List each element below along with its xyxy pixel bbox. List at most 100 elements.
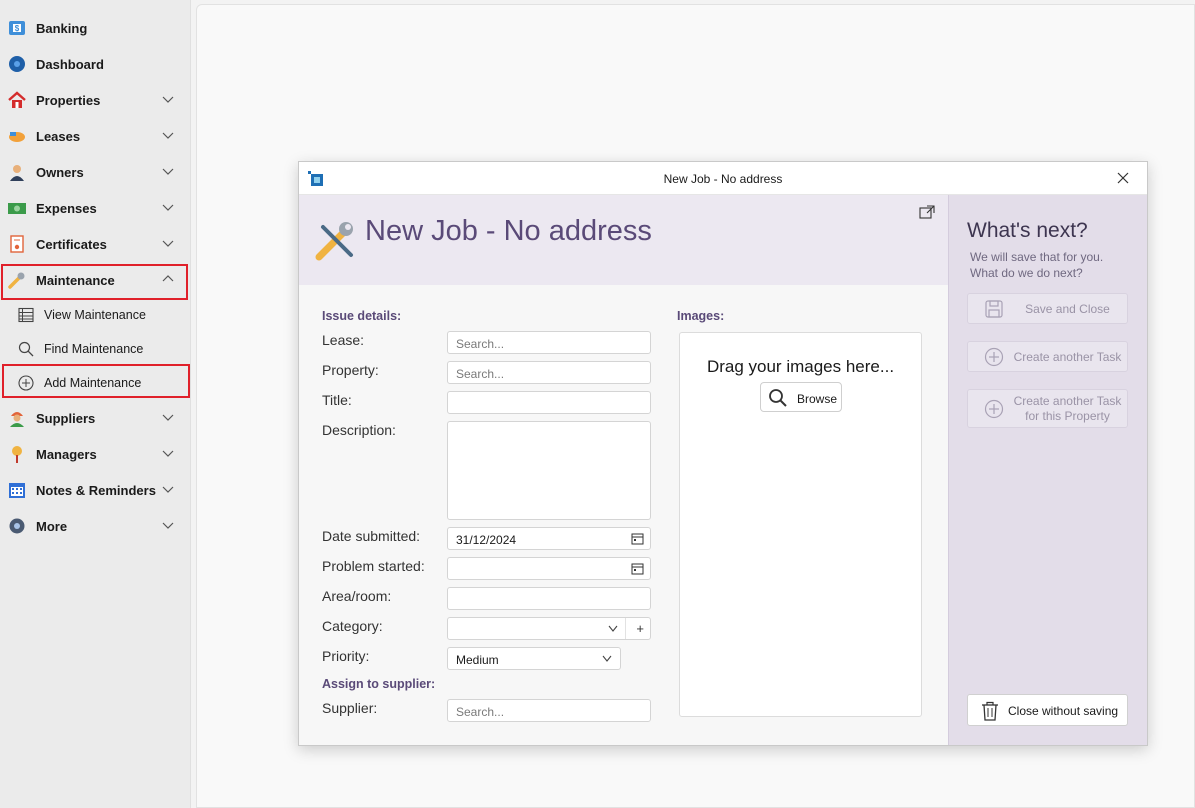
category-label: Category:: [322, 618, 383, 634]
sub-find-maintenance[interactable]: Find Maintenance: [0, 333, 190, 365]
lease-label: Lease:: [322, 332, 365, 348]
issue-details-label: Issue details:: [322, 309, 402, 323]
category-select[interactable]: +: [447, 617, 651, 640]
close-without-saving-button[interactable]: Close without saving: [967, 694, 1128, 726]
create-task-button[interactable]: Create another Task: [967, 341, 1128, 372]
nav-leases-label: Leases: [36, 128, 81, 144]
create-task-label: Create another Task: [1013, 350, 1122, 364]
popout-icon[interactable]: [919, 205, 935, 219]
create-task-property-button[interactable]: Create another Task for this Property: [967, 389, 1128, 428]
close-icon[interactable]: [1116, 171, 1130, 185]
nav-dashboard[interactable]: Dashboard: [0, 48, 188, 80]
sub-find-maintenance-label: Find Maintenance: [44, 342, 144, 356]
house-icon: [7, 90, 27, 110]
image-drop-zone[interactable]: Drag your images here... Browse: [679, 332, 922, 717]
calendar-icon: [7, 480, 27, 500]
nav-more[interactable]: More: [0, 510, 188, 542]
calendar-icon[interactable]: [631, 562, 644, 575]
create-task-property-line1: Create another Task: [1013, 394, 1122, 408]
add-circle-icon: [984, 347, 1004, 367]
person-icon: [7, 162, 27, 182]
nav-properties[interactable]: Properties: [0, 84, 188, 116]
new-job-dialog: New Job - No address New Job - No addres…: [298, 161, 1148, 746]
drag-images-text: Drag your images here...: [706, 357, 895, 376]
dashboard-icon: [7, 54, 27, 74]
nav-banking-label: Banking: [36, 20, 88, 36]
chevron-down-icon: [162, 450, 174, 457]
nav-managers[interactable]: Managers: [0, 438, 188, 470]
lease-search-input[interactable]: Search...: [447, 331, 651, 354]
nav-banking[interactable]: $ Banking: [0, 12, 188, 44]
chevron-down-icon: [162, 486, 174, 493]
nav-more-label: More: [36, 518, 68, 534]
page-title: New Job - No address: [365, 215, 652, 247]
close-without-saving-label: Close without saving: [1008, 704, 1119, 718]
priority-select[interactable]: Medium: [447, 647, 621, 670]
nav-suppliers[interactable]: Suppliers: [0, 402, 188, 434]
nav-properties-label: Properties: [36, 92, 101, 108]
whats-next-subtitle-line1: We will save that for you.: [970, 250, 1104, 264]
chevron-down-icon: [602, 655, 612, 662]
nav-leases[interactable]: Leases: [0, 120, 188, 152]
date-submitted-label: Date submitted:: [322, 528, 421, 544]
chevron-down-icon: [162, 204, 174, 211]
title-label: Title:: [322, 392, 352, 408]
bank-icon: $: [7, 18, 27, 38]
area-room-label: Area/room:: [322, 588, 392, 604]
whats-next-title: What's next?: [967, 219, 1088, 242]
whats-next-panel: What's next? We will save that for you. …: [948, 195, 1147, 745]
highlight-add-maintenance: [2, 364, 190, 398]
add-circle-icon: [984, 399, 1004, 419]
tools-icon: [315, 222, 353, 261]
search-icon: [769, 389, 787, 407]
save-icon: [985, 300, 1003, 318]
calendar-icon[interactable]: [631, 532, 644, 545]
supplier-label: Supplier:: [322, 700, 378, 716]
nav-owners-label: Owners: [36, 164, 84, 180]
sub-view-maintenance[interactable]: View Maintenance: [0, 299, 190, 331]
gear-icon: [7, 516, 27, 536]
description-label: Description:: [322, 422, 396, 438]
nav-notes-reminders-label: Notes & Reminders: [36, 482, 156, 498]
property-label: Property:: [322, 362, 379, 378]
problem-started-input[interactable]: [447, 557, 651, 580]
browse-label: Browse: [797, 392, 838, 406]
save-close-label: Save and Close: [1025, 302, 1110, 316]
add-category-button[interactable]: +: [636, 621, 644, 636]
nav-notes-reminders[interactable]: Notes & Reminders: [0, 474, 188, 506]
chevron-down-icon: [162, 132, 174, 139]
certificate-icon: [7, 234, 27, 254]
whats-next-subtitle: We will save that for you. What do we do…: [970, 249, 1103, 281]
nav-certificates[interactable]: Certificates: [0, 228, 188, 260]
pin-icon: [7, 444, 27, 464]
nav-certificates-label: Certificates: [36, 236, 107, 252]
property-search-input[interactable]: Search...: [447, 361, 651, 384]
date-submitted-input[interactable]: 31/12/2024: [447, 527, 651, 550]
supplier-search-input[interactable]: Search...: [447, 699, 651, 722]
priority-value: Medium: [456, 653, 499, 667]
trash-icon: [982, 701, 998, 721]
dialog-titlebar[interactable]: New Job - No address: [299, 162, 1147, 195]
money-icon: [7, 198, 27, 218]
worker-icon: [7, 408, 27, 428]
problem-started-label: Problem started:: [322, 558, 425, 574]
highlight-maintenance: [1, 264, 188, 300]
nav-managers-label: Managers: [36, 446, 97, 462]
dialog-header: New Job - No address: [299, 195, 948, 285]
nav-owners[interactable]: Owners: [0, 156, 188, 188]
nav-expenses[interactable]: Expenses: [0, 192, 188, 224]
title-input[interactable]: [447, 391, 651, 414]
area-room-input[interactable]: [447, 587, 651, 610]
sidebar: $ Banking Dashboard Properties Leases Ow…: [0, 0, 191, 808]
browse-button[interactable]: Browse: [760, 382, 842, 412]
search-icon: [18, 341, 34, 357]
chevron-down-icon: [162, 240, 174, 247]
images-label: Images:: [677, 309, 725, 323]
nav-dashboard-label: Dashboard: [36, 56, 104, 72]
chevron-down-icon: [162, 96, 174, 103]
list-icon: [18, 307, 34, 323]
create-task-property-line2: for this Property: [1025, 409, 1110, 423]
save-close-button[interactable]: Save and Close: [967, 293, 1128, 324]
description-textarea[interactable]: [447, 421, 651, 520]
svg-text:$: $: [15, 24, 20, 33]
